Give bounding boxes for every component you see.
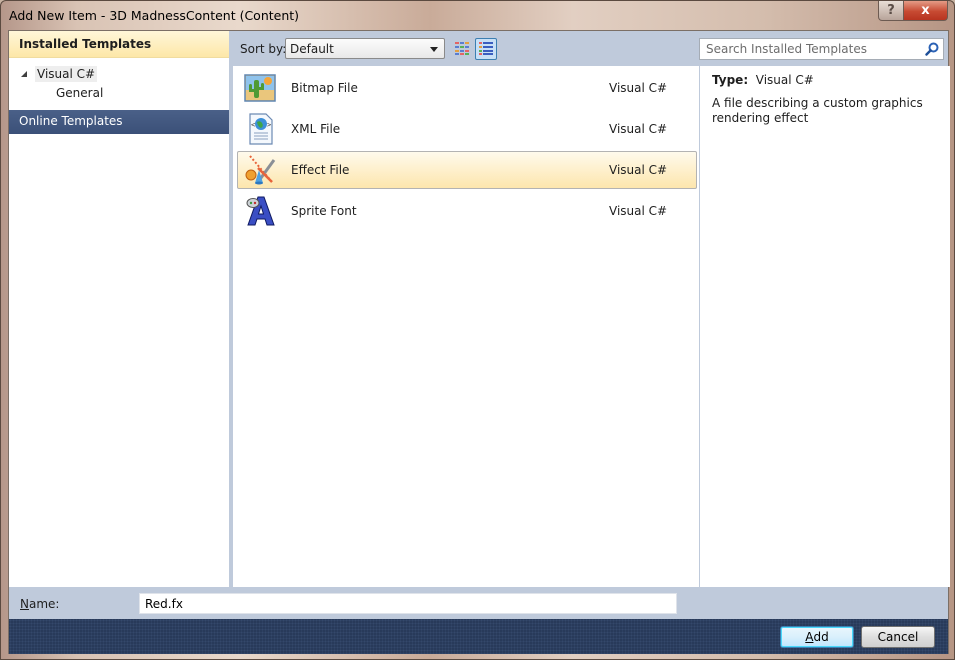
template-language: Visual C# [609,204,668,218]
xml-file-icon: < > [249,113,273,145]
template-categories-panel: Installed Templates Visual C# General On… [9,31,229,587]
template-type: Type: Visual C# [712,73,938,87]
add-label: dd [813,630,829,644]
online-templates-header[interactable]: Online Templates [9,110,229,134]
type-value: Visual C# [755,73,814,87]
sort-by-dropdown[interactable]: Default [285,38,445,59]
tree-item-label: Visual C# [35,65,98,82]
sort-toolbar: Sort by: Default [231,31,697,64]
template-item-sprite-font[interactable]: Sprite Font Visual C# [237,192,697,230]
svg-text:<: < [251,121,255,129]
dialog-client-area: Installed Templates Visual C# General On… [8,30,950,654]
svg-text:>: > [267,121,271,129]
template-name: Effect File [291,163,350,177]
template-name: XML File [291,122,341,136]
type-label: Type: [712,73,749,87]
close-button[interactable]: x [904,1,948,21]
tree-item-visual-csharp[interactable]: Visual C# [9,64,229,83]
name-field[interactable]: Red.fx [139,593,677,614]
dialog-window: Add New Item - 3D MadnessContent (Conten… [0,0,955,660]
template-item-xml-file[interactable]: < > XML File Visual C# [237,110,697,148]
template-language: Visual C# [609,81,668,95]
sort-by-label: Sort by: [240,42,287,56]
medium-icons-view-button[interactable] [451,38,473,60]
template-item-bitmap-file[interactable]: Bitmap File Visual C# [237,69,697,107]
template-name: Sprite Font [291,204,357,218]
sprite-font-icon [246,196,275,226]
window-title: Add New Item - 3D MadnessContent (Conten… [9,8,300,23]
help-icon: ? [887,3,895,18]
close-icon: x [921,3,930,18]
add-access-key: A [805,630,814,644]
template-description: A file describing a custom graphics rend… [712,96,923,125]
template-name: Bitmap File [291,81,358,95]
tree-item-general[interactable]: General [9,83,229,102]
title-bar[interactable]: Add New Item - 3D MadnessContent (Conten… [1,1,955,30]
chevron-down-icon [430,47,438,52]
name-label-text: ame: [28,597,60,611]
sort-by-value: Default [290,42,334,56]
template-details-panel: Type: Visual C# A file describing a cust… [700,66,950,587]
help-button[interactable]: ? [878,1,904,21]
name-label-access-key: N [20,597,29,611]
template-language: Visual C# [609,163,668,177]
name-label: Name: [20,597,59,611]
search-icon[interactable] [925,42,939,56]
expand-arrow-icon[interactable] [21,70,27,77]
template-item-effect-file[interactable]: Effect File Visual C# [237,151,697,189]
template-list: Bitmap File Visual C# < > XML File Visua… [233,66,699,587]
effect-file-icon [245,155,276,185]
dialog-button-bar: Add Cancel [9,619,948,654]
small-icons-view-button[interactable] [475,38,497,60]
installed-templates-header[interactable]: Installed Templates [9,31,229,58]
tree-item-label: General [56,85,104,100]
bitmap-file-icon [244,74,276,102]
search-placeholder: Search Installed Templates [706,42,867,56]
add-button[interactable]: Add [780,626,854,648]
small-icons-view-icon [479,42,493,56]
search-installed-templates-input[interactable]: Search Installed Templates [699,38,944,60]
cancel-button[interactable]: Cancel [861,626,935,648]
medium-icons-view-icon [455,42,469,56]
category-tree: Visual C# General [9,58,229,102]
template-language: Visual C# [609,122,668,136]
